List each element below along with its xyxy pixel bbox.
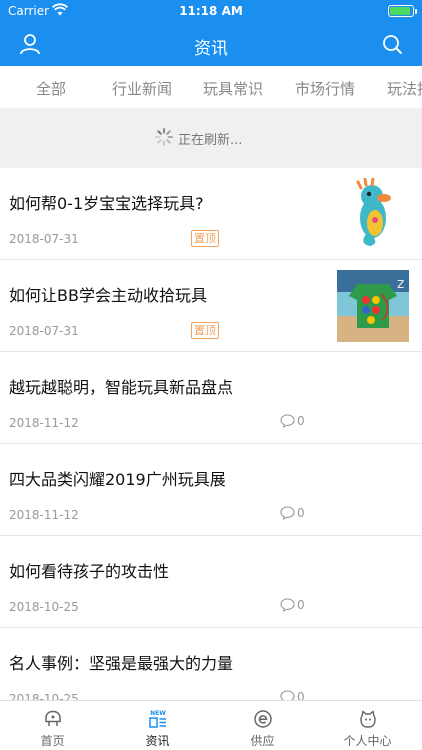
tab-supply-label: 供应 bbox=[250, 734, 275, 748]
article-date: 2018-07-31 bbox=[9, 232, 79, 246]
battery-icon bbox=[388, 5, 417, 17]
article-list: 如何帮0-1岁宝宝选择玩具? 2018-07-31 置顶 如何让BB学会主动收拾… bbox=[0, 168, 422, 700]
comment-count-value: 0 bbox=[297, 598, 305, 612]
tab-profile[interactable]: 个人中心 bbox=[315, 701, 420, 750]
comment-count-value: 0 bbox=[297, 414, 305, 428]
comment-count: 0 bbox=[280, 598, 305, 613]
refresh-indicator: 正在刷新... bbox=[0, 108, 422, 168]
comment-count: 0 bbox=[280, 506, 305, 521]
seahorse-toy-image bbox=[337, 178, 409, 250]
spinner-icon bbox=[155, 128, 173, 146]
list-item[interactable]: 名人事例：坚强是最强大的力量 2018-10-25 0 bbox=[0, 628, 422, 700]
status-bar: Carrier 11:18 AM bbox=[0, 0, 422, 22]
list-item[interactable]: 如何让BB学会主动收拾玩具 2018-07-31 置顶 z bbox=[0, 260, 422, 352]
comment-icon bbox=[280, 690, 295, 700]
article-date: 2018-10-25 bbox=[9, 692, 79, 700]
article-date: 2018-10-25 bbox=[9, 600, 79, 614]
list-item[interactable]: 四大品类闪耀2019广州玩具展 2018-11-12 0 bbox=[0, 444, 422, 536]
pinned-badge: 置顶 bbox=[191, 322, 219, 339]
comment-count-value: 0 bbox=[297, 506, 305, 520]
tab-home-label: 首页 bbox=[40, 734, 65, 748]
clock: 11:18 AM bbox=[179, 4, 243, 18]
article-title: 名人事例：坚强是最强大的力量 bbox=[9, 654, 234, 673]
comment-icon bbox=[280, 506, 295, 521]
tab-profile-label: 个人中心 bbox=[343, 734, 392, 748]
search-icon[interactable] bbox=[380, 32, 404, 56]
list-item[interactable]: 如何帮0-1岁宝宝选择玩具? 2018-07-31 置顶 bbox=[0, 168, 422, 260]
page-title: 资讯 bbox=[194, 39, 228, 59]
category-tabs: 全部 行业新闻 玩具常识 市场行情 玩法技 bbox=[0, 66, 422, 108]
tab-play-tips[interactable]: 玩法技 bbox=[387, 78, 422, 99]
bead-toy-image: z bbox=[337, 270, 409, 342]
tab-toy-knowledge[interactable]: 玩具常识 bbox=[203, 78, 263, 99]
svg-text:z: z bbox=[397, 276, 404, 292]
article-title: 如何看待孩子的攻击性 bbox=[9, 562, 170, 581]
article-date: 2018-11-12 bbox=[9, 508, 79, 522]
refresh-text: 正在刷新... bbox=[178, 133, 243, 148]
tab-supply[interactable]: 供应 bbox=[210, 701, 315, 750]
comment-count: 0 bbox=[280, 414, 305, 429]
comment-icon bbox=[280, 598, 295, 613]
news-badge: NEW bbox=[150, 710, 166, 717]
tab-all[interactable]: 全部 bbox=[36, 78, 66, 99]
tab-news-label: 资讯 bbox=[145, 734, 170, 748]
tab-news[interactable]: NEW 资讯 bbox=[105, 701, 210, 750]
list-item[interactable]: 如何看待孩子的攻击性 2018-10-25 0 bbox=[0, 536, 422, 628]
article-date: 2018-07-31 bbox=[9, 324, 79, 338]
list-item[interactable]: 越玩越聪明，智能玩具新品盘点 2018-11-12 0 bbox=[0, 352, 422, 444]
profile-icon bbox=[360, 710, 376, 728]
pinned-badge: 置顶 bbox=[191, 230, 219, 247]
article-date: 2018-11-12 bbox=[9, 416, 79, 430]
article-title: 四大品类闪耀2019广州玩具展 bbox=[9, 470, 226, 489]
tab-market[interactable]: 市场行情 bbox=[295, 78, 355, 99]
bottom-tab-bar: 首页 NEW 资讯 供应 个人中心 bbox=[0, 700, 422, 750]
supply-icon bbox=[254, 710, 272, 728]
comment-count: 0 bbox=[280, 690, 305, 700]
tab-home[interactable]: 首页 bbox=[0, 701, 105, 750]
home-icon bbox=[45, 710, 61, 726]
article-title: 如何帮0-1岁宝宝选择玩具? bbox=[9, 194, 204, 213]
comment-icon bbox=[280, 414, 295, 429]
news-icon: NEW bbox=[149, 710, 166, 728]
tab-industry-news[interactable]: 行业新闻 bbox=[112, 78, 172, 99]
nav-bar: 资讯 bbox=[0, 22, 422, 66]
article-title: 如何让BB学会主动收拾玩具 bbox=[9, 286, 207, 305]
comment-count-value: 0 bbox=[297, 690, 305, 700]
article-title: 越玩越聪明，智能玩具新品盘点 bbox=[9, 378, 234, 397]
